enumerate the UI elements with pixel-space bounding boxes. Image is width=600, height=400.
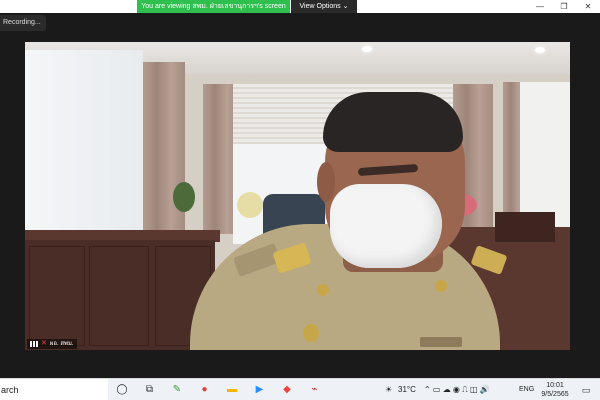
view-options-button[interactable]: View Options ⌄: [291, 0, 357, 13]
uniform-badge: [303, 324, 319, 342]
left-window: [25, 50, 143, 260]
participant-label: ✕ ผอ. สพม.: [27, 339, 77, 349]
right-window: [520, 82, 570, 232]
paint-app-icon[interactable]: ✎: [170, 383, 184, 397]
side-cabinet: [495, 212, 555, 242]
zoom-window: You are viewing สพม. ฝ่ายเลขานุการฯ's sc…: [0, 0, 600, 400]
uniform-badge: [435, 280, 447, 292]
weather-icon[interactable]: ☀: [385, 379, 392, 400]
recording-indicator[interactable]: Recording...: [0, 15, 46, 31]
windows-taskbar: arch ◯ ⧉ ✎ ● ▬ ▶ ◆ ⌁ ☀ 31°C ⌃ ▭ ☁ ◉ ⎍ ◫ 🔊 ENG 1…: [0, 378, 600, 400]
flower-vase: [237, 192, 263, 218]
notification-icon[interactable]: ▭: [579, 383, 593, 397]
temperature[interactable]: 31°C: [398, 379, 416, 400]
ear: [317, 162, 335, 202]
clock-time: 10:01: [546, 382, 564, 389]
chrome-icon[interactable]: ●: [198, 383, 212, 397]
ceiling-light: [362, 46, 372, 52]
restore-button[interactable]: ❐: [552, 0, 576, 13]
signal-strength-icon: [30, 341, 38, 347]
ceiling-light: [535, 47, 545, 53]
participant-name: ผอ. สพม.: [49, 341, 74, 347]
window-controls: — ❐ ✕: [528, 0, 600, 13]
recording-label: Recording...: [3, 19, 41, 26]
task-view-icon[interactable]: ⧉: [143, 383, 157, 397]
mic-muted-icon: ✕: [41, 340, 47, 347]
zoom-icon[interactable]: ▶: [253, 383, 267, 397]
search-text: arch: [1, 385, 19, 395]
hair: [323, 92, 463, 152]
minimize-button[interactable]: —: [528, 0, 552, 13]
potted-plant: [173, 182, 195, 212]
face-mask: [330, 184, 442, 268]
cabinet: [25, 240, 215, 350]
system-tray-icons[interactable]: ⌃ ▭ ☁ ◉ ⎍ ◫ 🔊: [424, 379, 490, 400]
curtain: [143, 62, 185, 242]
language-indicator[interactable]: ENG: [519, 379, 534, 400]
shared-video-feed: ✕ ผอ. สพม.: [25, 42, 570, 350]
taskbar-clock[interactable]: 10:01 9/5/2565: [538, 381, 572, 399]
taskbar-search-box[interactable]: arch: [0, 379, 108, 400]
uniform-badge: [317, 284, 329, 296]
acrobat-icon[interactable]: ⌁: [308, 383, 322, 397]
chevron-down-icon: ⌄: [342, 3, 349, 10]
ribbon-bar: [420, 337, 462, 347]
clock-date: 9/5/2565: [541, 391, 569, 398]
anydesk-icon[interactable]: ◆: [280, 383, 294, 397]
viewing-screen-banner: You are viewing สพม. ฝ่ายเลขานุการฯ's sc…: [137, 0, 290, 13]
close-button[interactable]: ✕: [576, 0, 600, 13]
search-circle-icon[interactable]: ◯: [115, 383, 129, 397]
view-options-label: View Options: [299, 3, 341, 10]
file-explorer-icon[interactable]: ▬: [225, 383, 239, 397]
top-bar: You are viewing สพม. ฝ่ายเลขานุการฯ's sc…: [0, 0, 600, 13]
